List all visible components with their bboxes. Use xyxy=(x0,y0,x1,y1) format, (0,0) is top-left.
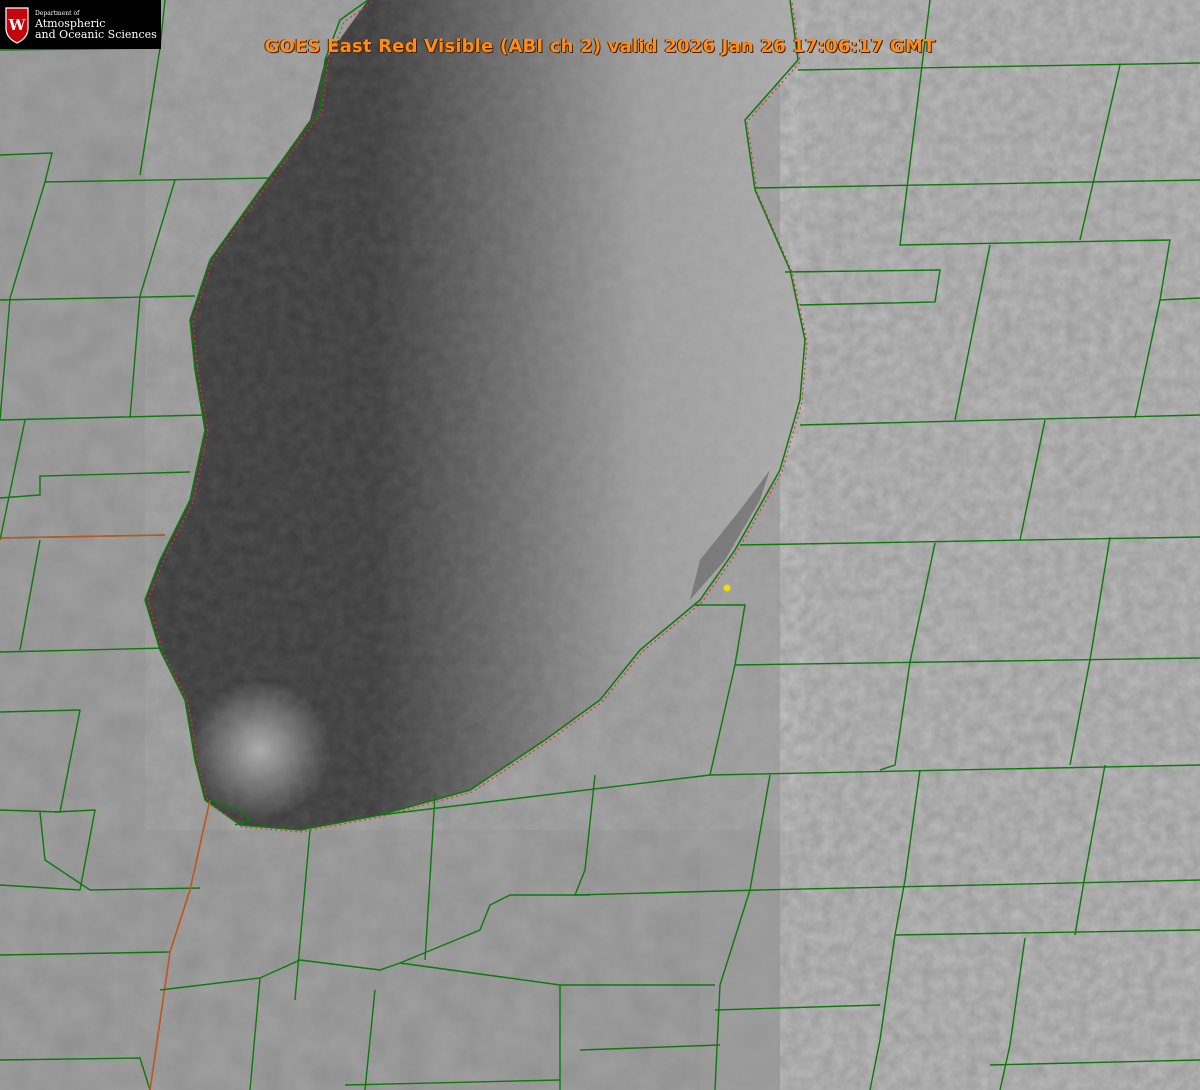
satellite-map xyxy=(0,0,1200,1090)
svg-text:W: W xyxy=(8,16,27,34)
southern-lake-plume xyxy=(190,680,330,820)
cloud-texture-east xyxy=(780,0,1200,1090)
logo-atmospheric: Atmospheric xyxy=(35,16,106,30)
location-marker xyxy=(723,584,731,592)
image-title: GOES East Red Visible (ABI ch 2) valid 2… xyxy=(264,36,936,57)
